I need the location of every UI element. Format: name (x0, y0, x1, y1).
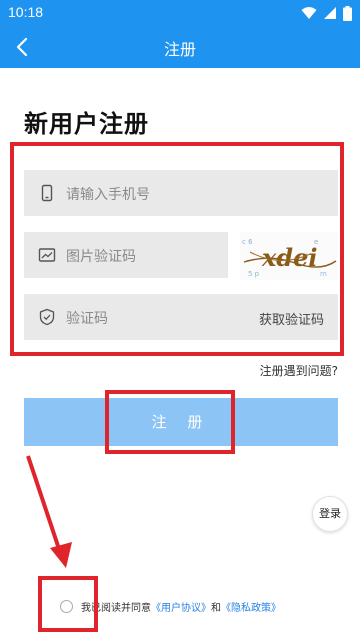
annotation-box-register (105, 390, 235, 454)
annotation-box-form (10, 142, 344, 356)
annotation-arrow-icon (26, 455, 72, 568)
user-agreement-link[interactable]: 《用户协议》 (151, 599, 211, 614)
register-problem-link[interactable]: 注册遇到问题? (260, 362, 338, 379)
privacy-policy-link[interactable]: 《隐私政策》 (221, 599, 281, 614)
wifi-icon (301, 7, 317, 19)
signal-icon (324, 7, 336, 19)
nav-bar: 注册 (0, 26, 360, 68)
page-title: 新用户注册 (24, 110, 149, 138)
agreement-and: 和 (211, 602, 221, 614)
status-time: 10:18 (8, 4, 44, 20)
battery-icon (343, 5, 352, 21)
login-button[interactable]: 登录 (312, 496, 348, 532)
nav-title: 注册 (163, 40, 196, 59)
status-bar: 10:18 (0, 0, 360, 26)
status-icons (301, 5, 352, 21)
annotation-box-agree (38, 576, 98, 632)
